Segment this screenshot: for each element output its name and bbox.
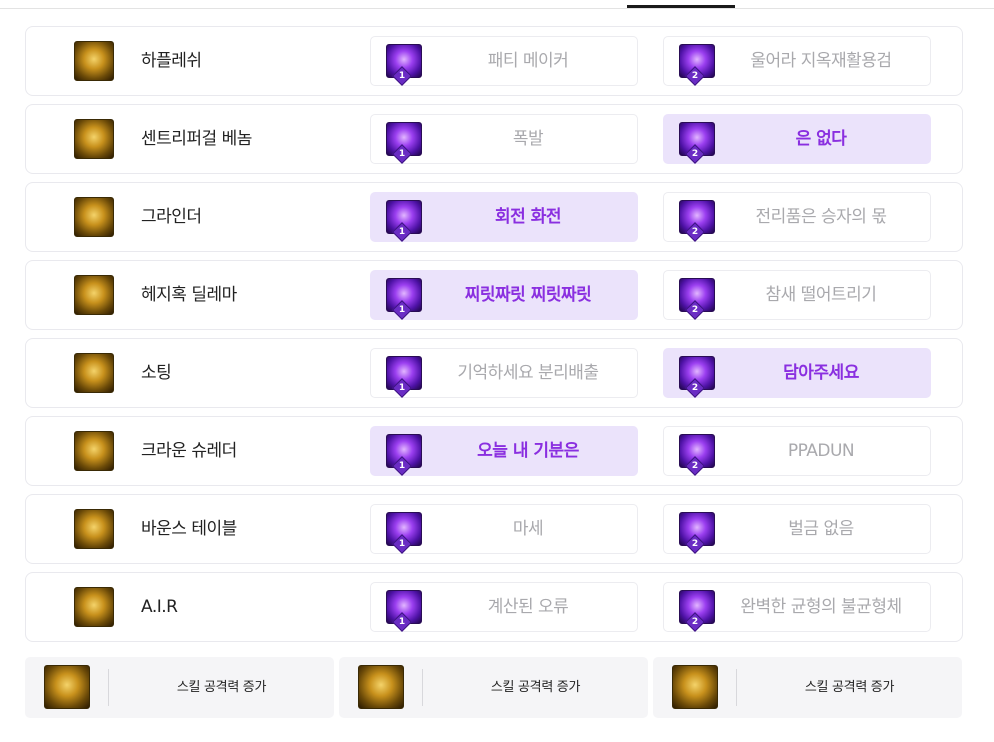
tripod-tier-1-icon: 1 bbox=[386, 590, 422, 632]
sorting-icon bbox=[74, 353, 114, 393]
skill-name: 하플레쉬 bbox=[141, 51, 202, 71]
option-2-button[interactable]: 2 벌금 없음 bbox=[663, 504, 931, 554]
bonus-label: 스킬 공격력 증가 bbox=[804, 680, 895, 695]
skill-row: 바운스 테이블 1 마세 2 벌금 없음 bbox=[25, 494, 963, 564]
skill-row: 소팅 1 기억하세요 분리배출 2 담아주세요 bbox=[25, 338, 963, 408]
air-icon bbox=[672, 665, 718, 709]
skill-row: 크라운 슈레더 1 오늘 내 기분은 2 PPADUN bbox=[25, 416, 963, 486]
option-2-button[interactable]: 2 전리품은 승자의 몫 bbox=[663, 192, 931, 242]
air-icon bbox=[74, 587, 114, 627]
skill-name: 센트리퍼걸 베놈 bbox=[141, 129, 252, 149]
option-label: 오늘 내 기분은 bbox=[477, 441, 579, 461]
crown-shredder-icon bbox=[74, 431, 114, 471]
option-label: PPADUN bbox=[787, 441, 855, 461]
skill-row: A.I.R 1 계산된 오류 2 완벽한 균형의 불균형체 bbox=[25, 572, 963, 642]
active-tab-indicator bbox=[627, 5, 735, 8]
skill-name: 크라운 슈레더 bbox=[141, 441, 237, 461]
option-1-button[interactable]: 1 마세 bbox=[370, 504, 638, 554]
option-2-button[interactable]: 2 완벽한 균형의 불균형체 bbox=[663, 582, 931, 632]
bonus-label: 스킬 공격력 증가 bbox=[176, 680, 267, 695]
haplash-icon bbox=[74, 41, 114, 81]
centrifugal-venom-icon bbox=[74, 119, 114, 159]
skill-row: 헤지혹 딜레마 1 찌릿짜릿 찌릿짜릿 2 참새 떨어트리기 bbox=[25, 260, 963, 330]
bounce-table-icon bbox=[358, 665, 404, 709]
tripod-tier-2-icon: 2 bbox=[679, 278, 715, 320]
bonus-label: 스킬 공격력 증가 bbox=[490, 680, 581, 695]
option-label: 마세 bbox=[512, 519, 544, 539]
option-label: 계산된 오류 bbox=[487, 597, 569, 617]
tripod-tier-2-icon: 2 bbox=[679, 200, 715, 242]
tripod-tier-2-icon: 2 bbox=[679, 434, 715, 476]
skill-row: 하플레쉬 1 패티 메이커 2 울어라 지옥재활용검 bbox=[25, 26, 963, 96]
option-1-button[interactable]: 1 패티 메이커 bbox=[370, 36, 638, 86]
skill-name: 바운스 테이블 bbox=[141, 519, 237, 539]
option-1-button[interactable]: 1 찌릿짜릿 찌릿짜릿 bbox=[370, 270, 638, 320]
tripod-tier-2-icon: 2 bbox=[679, 122, 715, 164]
option-label: 패티 메이커 bbox=[487, 51, 569, 71]
option-label: 벌금 없음 bbox=[788, 519, 854, 539]
option-2-button[interactable]: 2 참새 떨어트리기 bbox=[663, 270, 931, 320]
option-2-button[interactable]: 2 은 없다 bbox=[663, 114, 931, 164]
bounce-table-icon bbox=[74, 509, 114, 549]
tripod-tier-2-icon: 2 bbox=[679, 44, 715, 86]
option-2-button[interactable]: 2 울어라 지옥재활용검 bbox=[663, 36, 931, 86]
tripod-tier-2-icon: 2 bbox=[679, 356, 715, 398]
grinder-icon bbox=[74, 197, 114, 237]
tripod-tier-1-icon: 1 bbox=[386, 122, 422, 164]
option-label: 은 없다 bbox=[795, 129, 847, 149]
option-2-button[interactable]: 2 PPADUN bbox=[663, 426, 931, 476]
top-tab-bar bbox=[0, 0, 994, 9]
tripod-tier-1-icon: 1 bbox=[386, 200, 422, 242]
option-1-button[interactable]: 1 폭발 bbox=[370, 114, 638, 164]
tripod-tier-1-icon: 1 bbox=[386, 434, 422, 476]
option-label: 참새 떨어트리기 bbox=[765, 285, 877, 305]
tripod-tier-1-icon: 1 bbox=[386, 278, 422, 320]
tripod-tier-1-icon: 1 bbox=[386, 356, 422, 398]
option-label: 기억하세요 분리배출 bbox=[457, 363, 599, 383]
option-1-button[interactable]: 1 회전 화전 bbox=[370, 192, 638, 242]
hedgehog-dilemma-icon bbox=[44, 665, 90, 709]
bonus-card: 스킬 공격력 증가 bbox=[339, 657, 648, 718]
skill-option-list: 하플레쉬 1 패티 메이커 2 울어라 지옥재활용검 센트리퍼걸 베놈 1 폭발 2 은… bbox=[25, 26, 963, 650]
option-1-button[interactable]: 1 계산된 오류 bbox=[370, 582, 638, 632]
skill-row: 센트리퍼걸 베놈 1 폭발 2 은 없다 bbox=[25, 104, 963, 174]
skill-name: 헤지혹 딜레마 bbox=[141, 285, 237, 305]
option-label: 담아주세요 bbox=[783, 363, 859, 383]
option-label: 완벽한 균형의 불균형체 bbox=[740, 597, 902, 617]
bonus-summary: 스킬 공격력 증가 스킬 공격력 증가 스킬 공격력 증가 bbox=[25, 657, 963, 718]
bonus-card: 스킬 공격력 증가 bbox=[653, 657, 962, 718]
option-label: 회전 화전 bbox=[495, 207, 561, 227]
option-label: 울어라 지옥재활용검 bbox=[750, 51, 892, 71]
option-label: 찌릿짜릿 찌릿짜릿 bbox=[464, 285, 592, 305]
bonus-card: 스킬 공격력 증가 bbox=[25, 657, 334, 718]
skill-name: 소팅 bbox=[141, 363, 172, 383]
hedgehog-dilemma-icon bbox=[74, 275, 114, 315]
option-1-button[interactable]: 1 오늘 내 기분은 bbox=[370, 426, 638, 476]
skill-name: 그라인더 bbox=[141, 207, 202, 227]
tripod-tier-2-icon: 2 bbox=[679, 512, 715, 554]
option-label: 폭발 bbox=[512, 129, 544, 149]
tripod-tier-1-icon: 1 bbox=[386, 44, 422, 86]
option-1-button[interactable]: 1 기억하세요 분리배출 bbox=[370, 348, 638, 398]
option-2-button[interactable]: 2 담아주세요 bbox=[663, 348, 931, 398]
option-label: 전리품은 승자의 몫 bbox=[755, 207, 887, 227]
tripod-tier-1-icon: 1 bbox=[386, 512, 422, 554]
tripod-tier-2-icon: 2 bbox=[679, 590, 715, 632]
skill-name: A.I.R bbox=[141, 597, 178, 617]
skill-row: 그라인더 1 회전 화전 2 전리품은 승자의 몫 bbox=[25, 182, 963, 252]
